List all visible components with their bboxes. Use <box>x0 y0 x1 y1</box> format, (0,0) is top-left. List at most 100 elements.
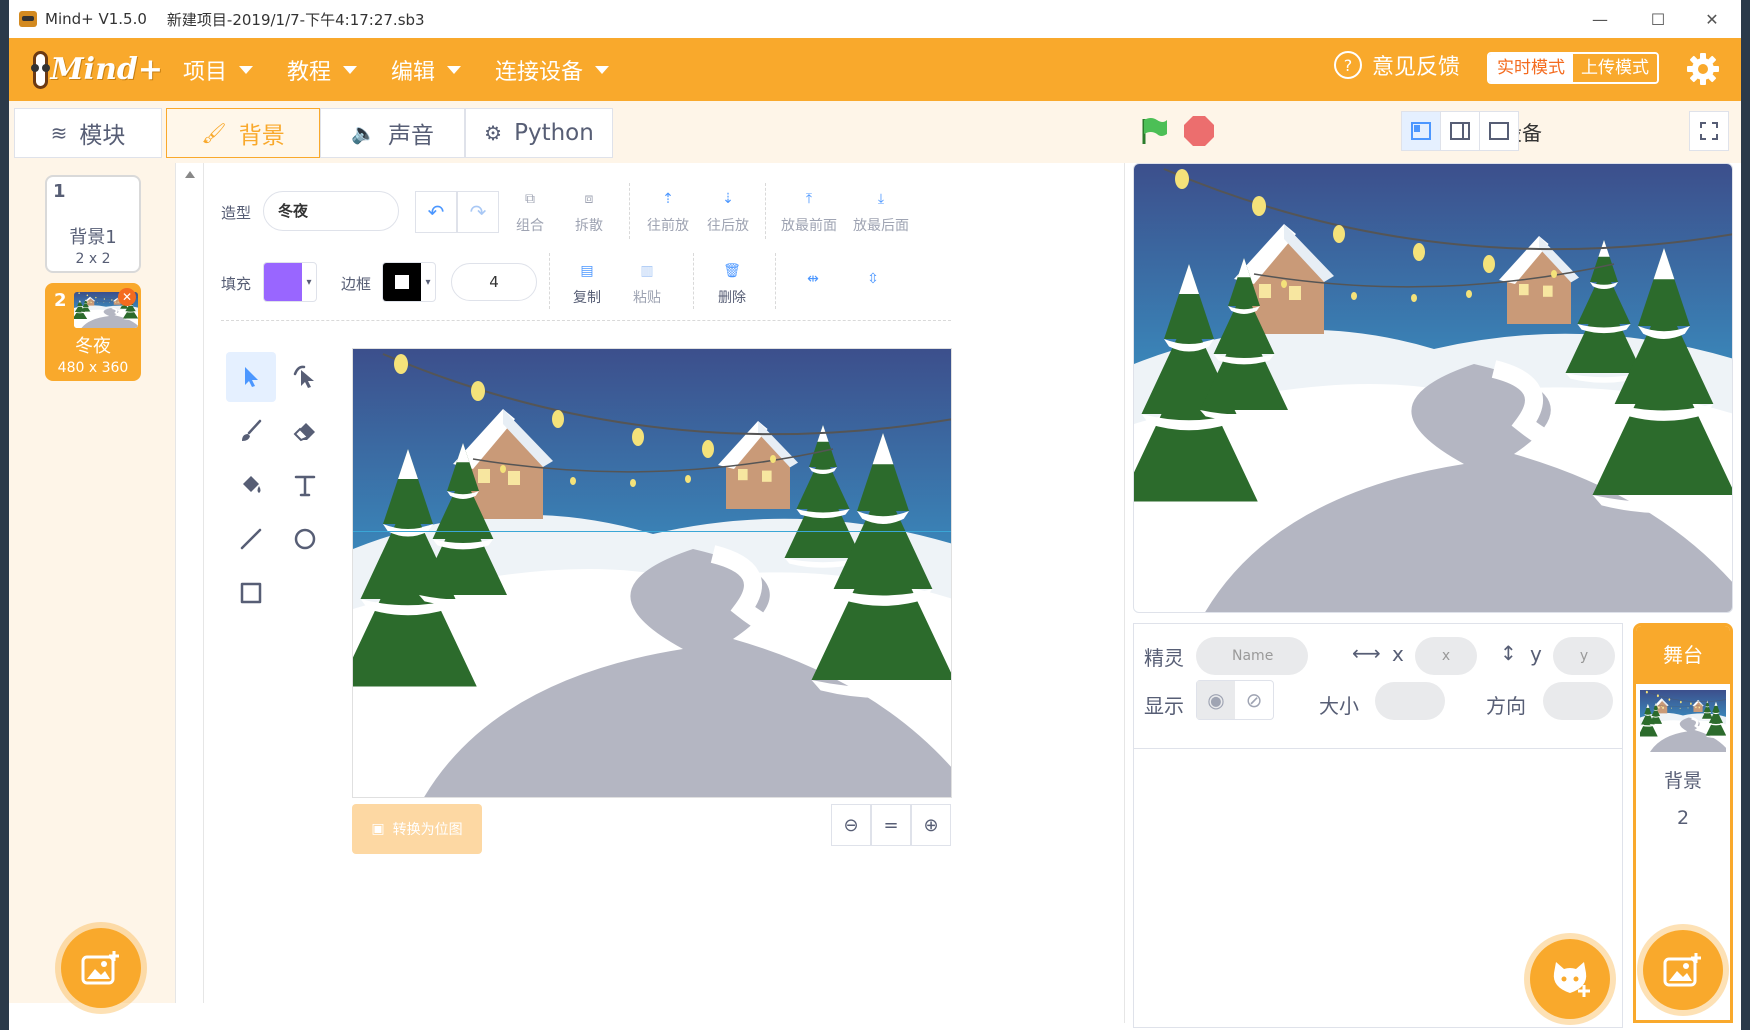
delete-button[interactable]: 🗑 删除 <box>702 255 762 307</box>
stage[interactable] <box>1133 163 1733 613</box>
costume-item-selected[interactable]: 2 ✕ 冬夜 480 x 360 <box>45 283 141 381</box>
circle-tool[interactable] <box>280 514 330 564</box>
backward-button[interactable]: ⇣ 往后放 <box>698 183 758 235</box>
brush-tool[interactable] <box>226 406 276 456</box>
back-button[interactable]: ⤓ 放最后面 <box>845 183 917 235</box>
paste-button[interactable]: ▥ 粘贴 <box>617 255 677 307</box>
circle-icon <box>294 528 316 550</box>
rectangle-tool[interactable] <box>226 568 276 618</box>
zoom-out-button[interactable]: ⊖ <box>831 804 871 846</box>
menu-tutorial[interactable]: 教程 <box>287 54 358 86</box>
menu-edit[interactable]: 编辑 <box>391 54 462 86</box>
menu-connect-device[interactable]: 连接设备 <box>495 54 610 86</box>
green-flag-icon[interactable] <box>1139 116 1169 146</box>
toolbar-divider <box>765 183 766 239</box>
paint-canvas[interactable] <box>352 348 952 798</box>
costume-size: 2 x 2 <box>75 251 111 267</box>
reshape-tool[interactable] <box>280 352 330 402</box>
text-tool[interactable] <box>280 460 330 510</box>
flip-vertical-button[interactable]: ⇳ <box>843 263 903 295</box>
add-backdrop-button[interactable] <box>61 928 141 1008</box>
flip-horizontal-button[interactable]: ⇹ <box>783 263 843 295</box>
settings-gear-icon[interactable] <box>1685 51 1721 87</box>
select-tool[interactable] <box>226 352 276 402</box>
choose-backdrop-button[interactable] <box>1643 930 1723 1010</box>
paint-editor: 造型 冬夜 ↶ ↷ ⧉ 组合 ⧈ 拆散 ⇡ 往前放 ⇣ 往后放 ⤒ 放最前面 ⤓ 放最后面 … <box>205 163 1125 1023</box>
hide-eye-icon[interactable]: ⊘ <box>1235 681 1273 719</box>
tab-backdrops[interactable]: 🖌 背景 <box>166 108 320 158</box>
backdrop-label: 背景 <box>1663 770 1702 792</box>
costume-name: 背景1 <box>69 227 117 248</box>
outline-color-picker[interactable]: ▾ <box>382 262 436 302</box>
menu-project[interactable]: 项目 <box>183 54 254 86</box>
copy-icon: ▤ <box>580 263 594 279</box>
fullscreen-button[interactable] <box>1689 111 1729 151</box>
tab-python[interactable]: ⚙ Python <box>465 108 613 158</box>
feedback-button[interactable]: ? 意见反馈 <box>1334 49 1460 81</box>
trash-icon: 🗑 <box>723 263 741 279</box>
y-input[interactable]: y <box>1553 637 1615 675</box>
fill-tool[interactable] <box>226 460 276 510</box>
robot-logo-icon <box>31 50 51 89</box>
front-button[interactable]: ⤒ 放最前面 <box>773 183 845 235</box>
menu-bar: Mind+ 项目 教程 编辑 连接设备 ? 意见反馈 实时模式 上传模式 <box>9 38 1741 101</box>
y-label: y <box>1530 642 1542 666</box>
costume-item[interactable]: 1 背景1 2 x 2 <box>45 175 141 273</box>
outline-label: 边框 <box>341 275 372 293</box>
sprite-name-input[interactable]: Name <box>1196 637 1308 675</box>
eraser-tool[interactable] <box>280 406 330 456</box>
line-tool[interactable] <box>226 514 276 564</box>
menu-project-label: 项目 <box>183 59 228 85</box>
paste-label: 粘贴 <box>633 290 661 306</box>
stop-icon[interactable] <box>1184 116 1214 146</box>
x-input[interactable]: x <box>1415 637 1477 675</box>
redo-button[interactable]: ↷ <box>457 191 499 233</box>
app-window: Mind+ V1.5.0 新建项目-2019/1/7-下午4:17:27.sb3… <box>9 0 1741 1030</box>
group-label: 组合 <box>516 218 544 234</box>
project-filename: 新建项目-2019/1/7-下午4:17:27.sb3 <box>166 10 425 29</box>
show-eye-icon[interactable]: ◉ <box>1197 681 1235 719</box>
group-button[interactable]: ⧉ 组合 <box>500 183 560 235</box>
outline-width-input[interactable]: 4 <box>451 263 537 301</box>
add-sprite-button[interactable] <box>1530 939 1610 1019</box>
toolbar-divider <box>693 253 694 309</box>
undo-button[interactable]: ↶ <box>415 191 457 233</box>
costume-name-label: 造型 <box>221 204 252 222</box>
zoom-in-button[interactable]: ⊕ <box>911 804 951 846</box>
toolbar-divider <box>221 320 951 321</box>
ungroup-button[interactable]: ⧈ 拆散 <box>559 183 619 235</box>
ungroup-label: 拆散 <box>575 218 603 234</box>
live-mode-button[interactable]: 实时模式 <box>1489 54 1573 82</box>
tab-blocks-label: 模块 <box>79 123 126 149</box>
delete-costume-icon[interactable]: ✕ <box>118 288 136 306</box>
y-arrows-icon: ↕ <box>1500 641 1517 665</box>
costume-name-input[interactable]: 冬夜 <box>263 191 399 231</box>
costume-list-scrollbar[interactable] <box>176 163 204 1003</box>
size-input[interactable] <box>1375 682 1445 720</box>
close-button[interactable]: ✕ <box>1683 0 1741 38</box>
forward-button[interactable]: ⇡ 往前放 <box>638 183 698 235</box>
tab-blocks[interactable]: ≋ 模块 <box>14 108 162 158</box>
caret-down-icon <box>239 65 254 74</box>
maximize-button[interactable]: ☐ <box>1629 0 1687 38</box>
tab-python-label: Python <box>514 120 594 146</box>
zoom-reset-label: = <box>883 814 899 836</box>
costume-name: 冬夜 <box>75 336 111 357</box>
tab-sounds[interactable]: 🔈 声音 <box>320 108 465 158</box>
small-stage-button[interactable] <box>1401 111 1441 151</box>
direction-input[interactable] <box>1543 682 1613 720</box>
mindplus-logo[interactable]: Mind+ <box>31 45 163 95</box>
fill-color-picker[interactable]: ▾ <box>263 262 317 302</box>
upload-mode-button[interactable]: 上传模式 <box>1573 54 1657 82</box>
copy-button[interactable]: ▤ 复制 <box>557 255 617 307</box>
direction-label: 方向 <box>1486 694 1526 718</box>
minimize-button[interactable]: — <box>1571 0 1629 38</box>
hide-stage-button[interactable] <box>1479 111 1519 151</box>
zoom-reset-button[interactable]: = <box>871 804 911 846</box>
normal-stage-button[interactable] <box>1440 111 1480 151</box>
backward-icon: ⇣ <box>722 191 734 207</box>
convert-to-bitmap-button[interactable]: ▣ 转换为位图 <box>352 804 482 854</box>
menu-edit-label: 编辑 <box>391 59 436 85</box>
scroll-up-icon[interactable] <box>185 171 195 178</box>
dropdown-icon: ▾ <box>306 276 312 288</box>
